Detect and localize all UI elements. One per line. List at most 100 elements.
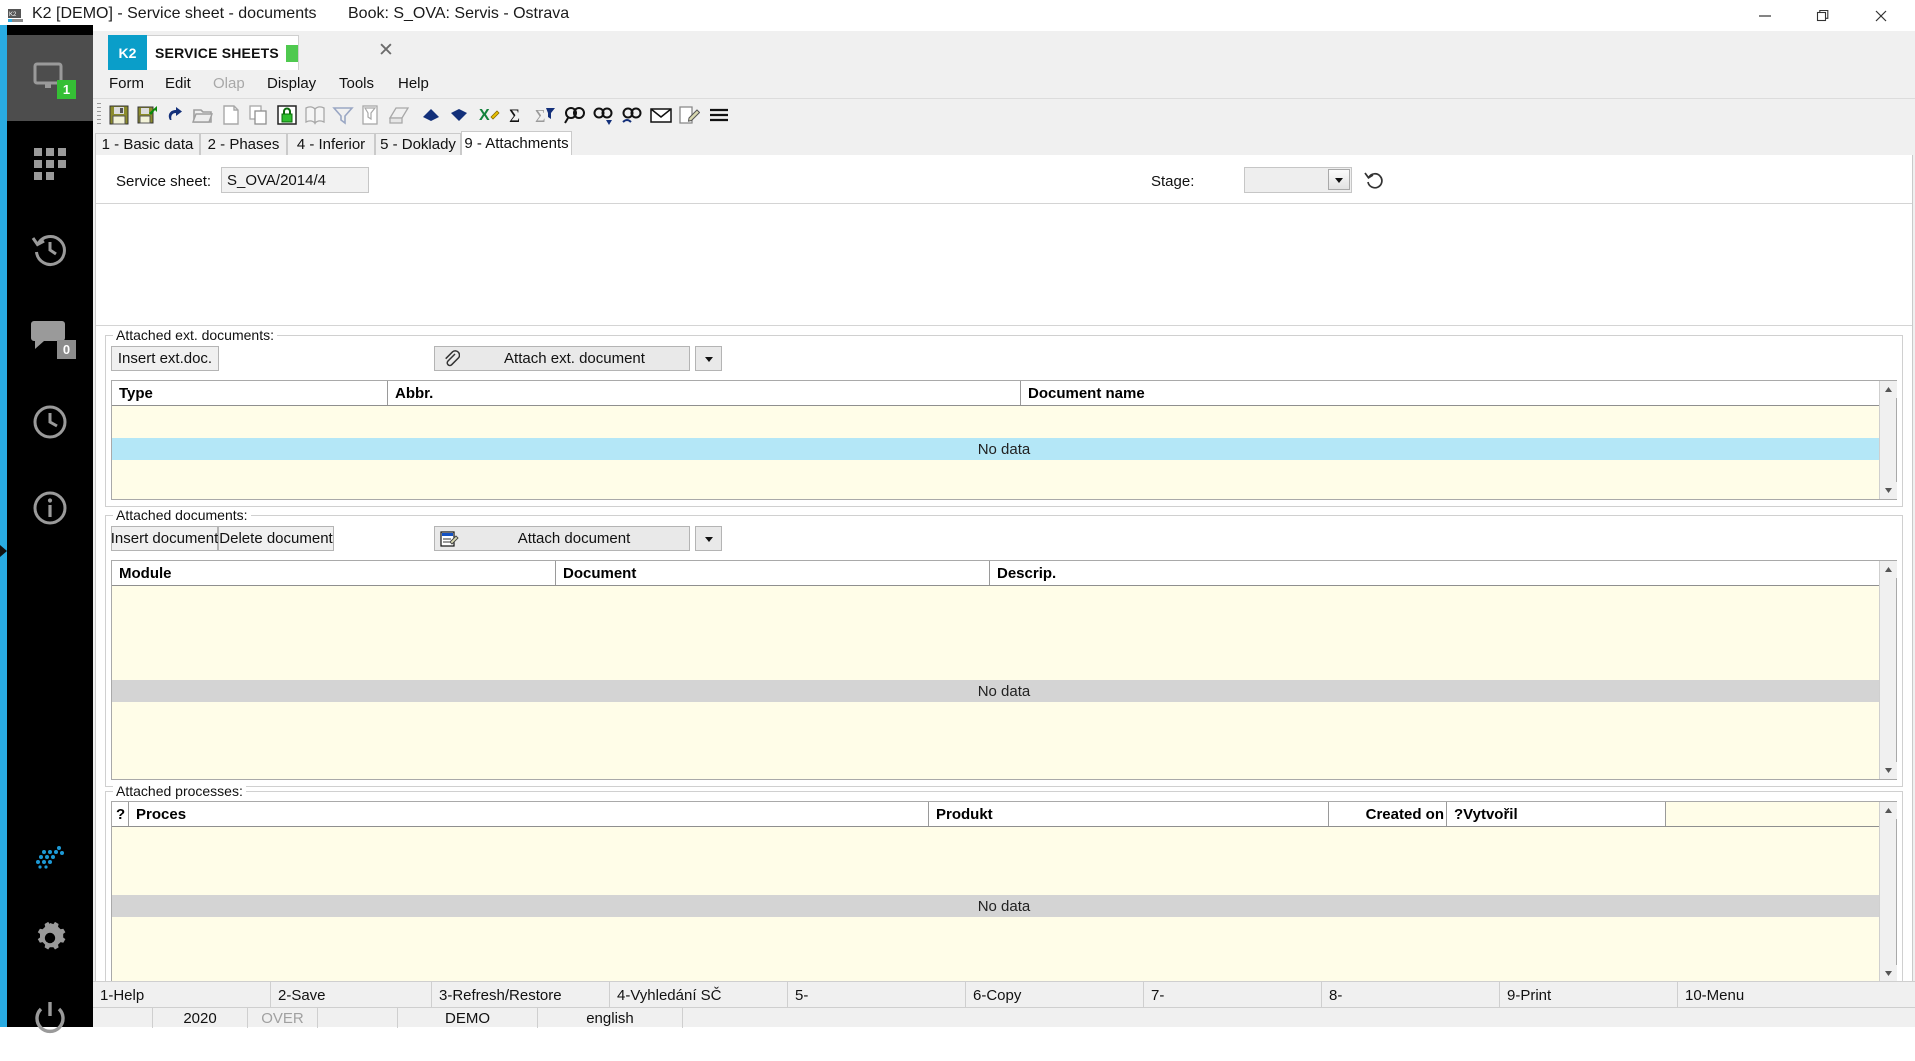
find-icon[interactable]: [563, 103, 587, 127]
undo-icon[interactable]: [163, 103, 187, 127]
save-icon[interactable]: [107, 103, 131, 127]
sidebar-item-sparkle[interactable]: [7, 815, 93, 901]
fkey-1-help[interactable]: 1-Help: [93, 982, 271, 1008]
sidebar-collapse-arrow[interactable]: [0, 541, 8, 561]
scroll-up-icon[interactable]: [1880, 561, 1897, 578]
ext-documents-grid[interactable]: Type Abbr. Document name No data: [111, 380, 1897, 500]
excel-export-icon[interactable]: X: [477, 103, 501, 127]
save-as-icon[interactable]: [135, 103, 159, 127]
insert-document-button[interactable]: Insert document: [111, 526, 218, 551]
sidebar-item-history[interactable]: [7, 207, 93, 293]
scroll-down-icon[interactable]: [1880, 482, 1897, 499]
status-language[interactable]: english: [538, 1008, 683, 1028]
menu-item-help[interactable]: Help: [398, 75, 429, 92]
column-header-abbr[interactable]: Abbr.: [388, 381, 1021, 405]
power-icon: [35, 1002, 65, 1033]
sidebar-item-info[interactable]: [7, 465, 93, 551]
menu-icon[interactable]: [707, 103, 731, 127]
fkey-5[interactable]: 5-: [788, 982, 966, 1008]
scroll-up-icon[interactable]: [1880, 802, 1897, 819]
fkey-10-menu[interactable]: 10-Menu: [1678, 982, 1915, 1008]
copy-icon[interactable]: [247, 103, 271, 127]
ext-documents-empty-row[interactable]: No data: [112, 438, 1896, 460]
mail-icon[interactable]: [649, 103, 673, 127]
close-button[interactable]: [1852, 0, 1910, 31]
column-header-document[interactable]: Document: [556, 561, 990, 585]
fkey-7[interactable]: 7-: [1144, 982, 1322, 1008]
delete-document-button[interactable]: Delete document: [218, 526, 334, 551]
print-preview-icon[interactable]: [387, 103, 411, 127]
fkey-8[interactable]: 8-: [1322, 982, 1500, 1008]
sum-filter-icon[interactable]: Σ: [533, 103, 557, 127]
tab-basic-data[interactable]: 1 - Basic data: [95, 133, 200, 156]
processes-empty-row[interactable]: No data: [112, 895, 1896, 917]
status-insert-mode[interactable]: OVER: [248, 1008, 318, 1028]
list-filter-icon[interactable]: [359, 103, 383, 127]
attach-ext-document-button[interactable]: Attach ext. document: [434, 346, 690, 371]
tab-inferior[interactable]: 4 - Inferior: [287, 133, 375, 156]
scroll-down-icon[interactable]: [1880, 965, 1897, 982]
column-header-proces[interactable]: Proces: [129, 802, 929, 826]
column-header-created-on[interactable]: Created on: [1329, 802, 1447, 826]
tab-attachments[interactable]: 9 - Attachments: [461, 131, 572, 156]
sidebar-item-settings[interactable]: [7, 895, 93, 981]
tab-doklady[interactable]: 5 - Doklady: [375, 133, 461, 156]
k2-tab-button[interactable]: K2: [108, 35, 147, 70]
processes-scrollbar[interactable]: [1879, 802, 1897, 982]
documents-scrollbar[interactable]: [1879, 561, 1897, 779]
column-header-spacer: [1666, 802, 1881, 826]
column-header-descrip[interactable]: Descrip.: [990, 561, 1881, 585]
new-document-icon[interactable]: [219, 103, 243, 127]
toolbar-grip[interactable]: [97, 103, 101, 127]
scroll-up-icon[interactable]: [1880, 381, 1897, 398]
minimize-button[interactable]: [1736, 0, 1794, 31]
insert-ext-doc-button[interactable]: Insert ext.doc.: [111, 346, 219, 371]
open-folder-icon[interactable]: [191, 103, 215, 127]
tab-phases[interactable]: 2 - Phases: [200, 133, 287, 156]
menu-item-display[interactable]: Display: [267, 75, 316, 92]
attach-document-dropdown[interactable]: [695, 526, 722, 551]
fkey-3-refresh[interactable]: 3-Refresh/Restore: [432, 982, 610, 1008]
column-header-produkt[interactable]: Produkt: [929, 802, 1329, 826]
find-next-icon[interactable]: [591, 103, 615, 127]
fkey-6-copy[interactable]: 6-Copy: [966, 982, 1144, 1008]
ext-documents-scrollbar[interactable]: [1879, 381, 1897, 499]
column-header-vytvoril[interactable]: ?Vytvořil: [1447, 802, 1666, 826]
sidebar-item-power[interactable]: [7, 975, 93, 1061]
edit-note-icon[interactable]: [677, 103, 701, 127]
processes-grid[interactable]: ? Proces Produkt Created on ?Vytvořil No…: [111, 801, 1897, 983]
history-revert-icon[interactable]: [1364, 169, 1384, 194]
book-icon[interactable]: [303, 103, 327, 127]
filter-icon[interactable]: [331, 103, 355, 127]
move-down-icon[interactable]: [447, 103, 471, 127]
menu-item-tools[interactable]: Tools: [339, 75, 374, 92]
fkey-2-save[interactable]: 2-Save: [271, 982, 432, 1008]
documents-empty-row[interactable]: No data: [112, 680, 1896, 702]
menu-item-edit[interactable]: Edit: [165, 75, 191, 92]
sum-icon[interactable]: Σ: [505, 103, 529, 127]
lock-icon[interactable]: [275, 103, 299, 127]
fkey-9-print[interactable]: 9-Print: [1500, 982, 1678, 1008]
menu-item-form[interactable]: Form: [109, 75, 144, 92]
fkey-4-vyhledani[interactable]: 4-Vyhledání SČ: [610, 982, 788, 1008]
sidebar-item-messages[interactable]: 0: [7, 293, 93, 379]
column-header-document-name[interactable]: Document name: [1021, 381, 1881, 405]
tab-close-icon[interactable]: ✕: [378, 41, 394, 60]
column-header-module[interactable]: Module: [112, 561, 556, 585]
documents-grid[interactable]: Module Document Descrip. No data: [111, 560, 1897, 780]
scroll-down-icon[interactable]: [1880, 762, 1897, 779]
sidebar-item-clock[interactable]: [7, 379, 93, 465]
stage-combobox[interactable]: [1244, 167, 1352, 193]
tab-service-sheets[interactable]: SERVICE SHEETS: [147, 35, 299, 70]
find-replace-icon[interactable]: [619, 103, 643, 127]
sidebar-item-apps-grid[interactable]: [7, 121, 93, 207]
attach-ext-document-dropdown[interactable]: [695, 346, 722, 371]
attach-document-button[interactable]: Attach document: [434, 526, 690, 551]
column-header-type[interactable]: Type: [112, 381, 388, 405]
restore-button[interactable]: [1794, 0, 1852, 31]
chevron-down-icon[interactable]: [1328, 169, 1350, 190]
move-up-icon[interactable]: [419, 103, 443, 127]
sidebar-item-monitor[interactable]: 1: [7, 35, 93, 121]
service-sheet-input[interactable]: S_OVA/2014/4: [221, 167, 369, 193]
column-header-flag[interactable]: ?: [112, 802, 129, 826]
